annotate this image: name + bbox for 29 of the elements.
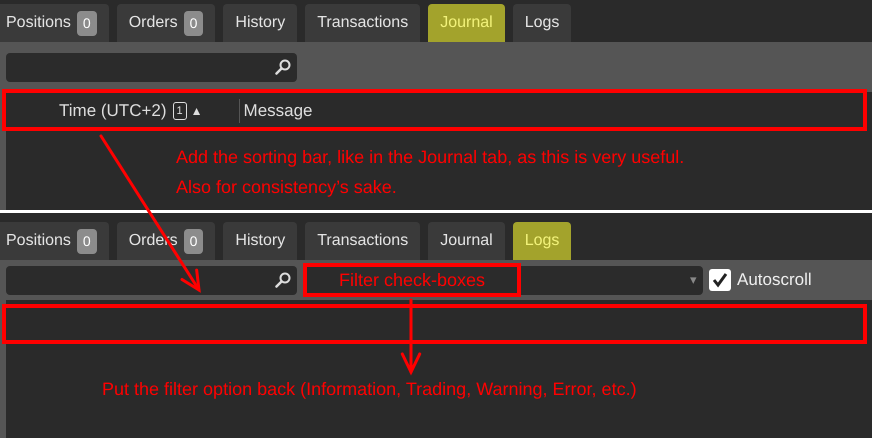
column-header[interactable]: Message <box>238 99 313 123</box>
count-badge: 0 <box>184 10 204 36</box>
tab[interactable]: Transactions <box>305 222 420 260</box>
search-field[interactable] <box>6 266 297 294</box>
tab[interactable]: Logs <box>512 4 572 42</box>
tab[interactable]: Orders 0 <box>116 4 216 42</box>
annotation-label: Filter check-boxes <box>303 262 521 296</box>
search-field[interactable] <box>6 52 297 82</box>
count-badge: 0 <box>76 10 97 36</box>
tab[interactable]: Transactions <box>305 4 420 42</box>
autoscroll-label: Autoscroll <box>737 269 812 292</box>
column-header[interactable]: Time (UTC+2) <box>59 98 167 124</box>
filter-dropdown[interactable]: ▾ Filter check-boxes <box>303 266 703 294</box>
annotation-text: Also for consistency’s sake. <box>176 176 397 198</box>
tab[interactable]: Positions 0 <box>0 222 109 260</box>
tab[interactable]: History <box>223 4 298 42</box>
annotation-text: Add the sorting bar, like in the Journal tab, as this is very useful. <box>176 146 684 168</box>
autoscroll-checkbox[interactable] <box>709 269 731 291</box>
count-badge: 0 <box>76 228 97 254</box>
tab[interactable]: History <box>223 222 298 260</box>
sort-index-badge: 1 <box>172 102 187 120</box>
annotation-text: Put the filter option back (Information, Trading, Warning, Error, etc.) <box>102 378 637 400</box>
dropdown-arrow: ▾ <box>690 271 697 290</box>
search-icon <box>275 59 291 75</box>
sort-arrow: ▲ <box>190 103 203 120</box>
tab[interactable]: Positions 0 <box>0 4 109 42</box>
tab[interactable]: Journal <box>428 222 505 260</box>
search-icon <box>275 272 291 288</box>
count-badge: 0 <box>184 228 204 254</box>
